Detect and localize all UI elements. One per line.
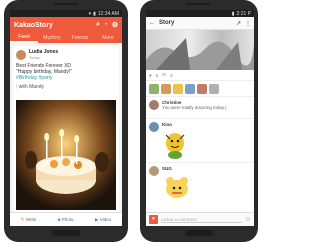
story-photo [146,38,254,70]
avatar[interactable] [197,83,207,94]
right-home-button [185,230,213,236]
right-phone-speaker [186,3,210,5]
search-icon[interactable]: ⌕ [96,21,100,29]
settings-icon[interactable]: ⚙ [112,21,118,29]
left-tabs: Feed Mystory Friends More [10,33,122,43]
post-photo[interactable] [16,100,116,210]
feed-post: Ludia Jones Today ⋮ Best Friends Forever… [13,46,119,216]
right-screen: ▮ 2:21 P ← Story ↗ ⋮ ♥ 6 ✉ 3 Christine Y… [146,10,254,226]
avatar[interactable] [209,83,219,94]
tab-more[interactable]: More [94,33,122,43]
pencil-icon: ✎ [20,216,25,222]
likes-count: 6 [155,72,159,78]
chat-icon[interactable]: ◔ [104,22,108,28]
left-app-bar: KakaoStory ⌕ ◔ ⚙ [10,17,122,33]
photo-button[interactable]: ◙ Photo [58,217,74,222]
avatar[interactable] [149,166,159,176]
signal-icon: ▮ [93,10,96,17]
comment-author[interactable]: SUG [162,166,192,171]
share-icon[interactable]: ↗ [236,20,241,27]
app-title: KakaoStory [14,21,53,29]
comment-author[interactable]: Kino [162,122,188,127]
avatar[interactable] [185,83,195,94]
character-sticker [165,133,185,159]
story-title: Story [159,20,175,26]
tab-friends[interactable]: Friends [66,33,94,43]
signal-icon: ▮ [231,10,235,17]
reaction-avatars [146,81,254,97]
left-status-bar: ▾ ▮ 12:34 AM [10,10,122,17]
post-mention[interactable]: with Mandy [19,84,44,90]
comment-item: Christine You were totally amazing today… [146,97,254,119]
comment-item: SUG [146,163,254,201]
character-sticker [166,177,188,198]
more-icon[interactable]: ⋮ [111,52,116,58]
right-status-time: 2:21 P [236,10,251,17]
left-home-button [52,230,80,236]
left-bottom-bar: ✎ Write ◙ Photo ▶ Video [10,212,122,226]
avatar[interactable] [149,83,159,94]
comment-item: Kino [146,119,254,163]
story-photo-strip[interactable] [146,30,254,70]
video-icon: ▶ [95,216,99,222]
tab-mystory[interactable]: Mystory [38,33,66,43]
right-phone: ▮ 2:21 P ← Story ↗ ⋮ ♥ 6 ✉ 3 Christine Y… [140,0,258,242]
emoticon-icon[interactable]: ☺ [245,217,251,223]
left-phone-speaker [54,3,78,5]
overflow-menu-icon[interactable]: ⋮ [245,20,251,27]
left-status-time: 12:34 AM [97,10,119,17]
tab-feed[interactable]: Feed [10,33,38,43]
post-time: Today [29,55,40,60]
back-arrow-icon[interactable]: ← [149,20,155,26]
like-icon[interactable]: ♥ [149,73,152,78]
write-button[interactable]: ✎ Write [21,217,36,223]
avatar[interactable] [149,100,159,110]
avatar[interactable] [149,122,159,132]
avatar[interactable] [161,83,171,94]
left-phone: ▾ ▮ 12:34 AM KakaoStory ⌕ ◔ ⚙ Feed Mysto… [4,0,128,242]
story-header: ← Story ↗ ⋮ [146,17,254,30]
heart-icon[interactable]: ♥ [149,215,158,224]
post-hashtags[interactable]: #Birthday #party [16,75,116,81]
comment-text: You were totally amazing today.) [162,105,227,110]
wifi-icon: ▾ [88,10,92,17]
avatar[interactable] [16,49,26,60]
comment-input[interactable]: Leave a comment [161,217,242,223]
comments-count: 3 [169,72,173,78]
camera-icon: ◙ [57,217,61,222]
left-screen: ▾ ▮ 12:34 AM KakaoStory ⌕ ◔ ⚙ Feed Mysto… [10,10,122,226]
comment-icon[interactable]: ✉ [162,72,166,78]
comment-input-bar: ♥ Leave a comment ☺ [146,212,254,226]
right-status-bar: ▮ 2:21 P [146,10,254,17]
avatar[interactable] [173,83,183,94]
video-button[interactable]: ▶ Video [95,217,111,223]
birthday-cake-photo [16,100,116,210]
engagement-row: ♥ 6 ✉ 3 [146,70,254,81]
